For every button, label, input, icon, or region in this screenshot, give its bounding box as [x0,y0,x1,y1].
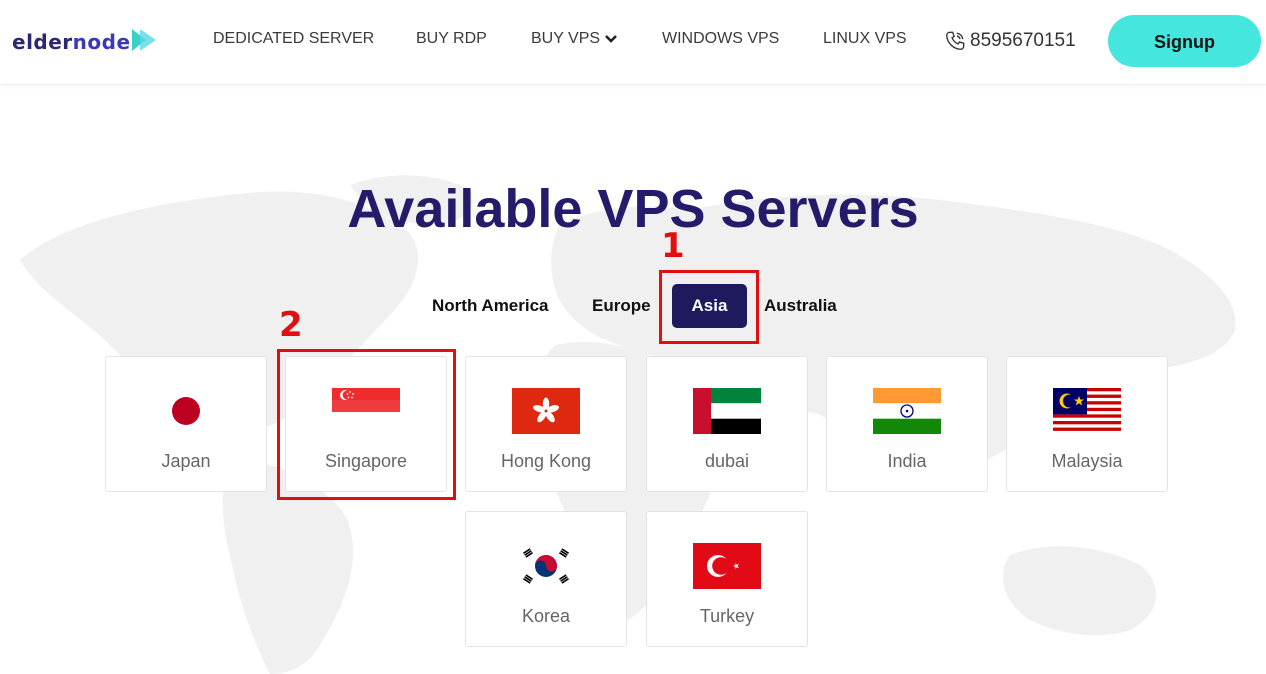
location-label: Japan [161,451,211,471]
chevron-down-icon[interactable] [604,34,618,44]
uae-flag-icon [693,388,761,434]
nav-linux-vps[interactable]: LINUX VPS [823,30,907,48]
step-marker-1: 1 [661,226,685,266]
nav-windows-vps[interactable]: WINDOWS VPS [662,30,779,48]
tab-australia[interactable]: Australia [764,296,837,316]
turkey-flag-icon [693,543,761,589]
nav-buy-vps[interactable]: BUY VPS [531,30,600,48]
malaysia-flag-icon [1053,388,1121,434]
page-title: Available VPS Servers [347,179,919,239]
play-arrows-icon [132,29,156,51]
location-card-korea[interactable]: Korea [465,511,627,647]
hong-kong-flag-icon [512,388,580,434]
nav-buy-rdp[interactable]: BUY RDP [416,30,487,48]
location-label: Turkey [699,606,755,626]
logo-text-light: node [72,30,131,54]
location-card-hong-kong[interactable]: Hong Kong [465,356,627,492]
location-card-japan[interactable]: Japan [105,356,267,492]
location-label: Korea [521,606,571,626]
location-card-dubai[interactable]: dubai [646,356,808,492]
phone-number[interactable]: 8595670151 [970,30,1076,52]
south-korea-flag-icon [523,548,569,584]
location-card-turkey[interactable]: Turkey [646,511,808,647]
tab-europe[interactable]: Europe [592,296,651,316]
logo-text-dark: elder [12,30,73,54]
eldernode-logo[interactable]: eldernode [12,25,162,57]
step-marker-2: 2 [279,305,303,345]
location-card-malaysia[interactable]: Malaysia [1006,356,1168,492]
highlight-box-singapore [277,349,456,500]
location-label: Hong Kong [500,451,592,471]
signup-button[interactable]: Signup [1108,15,1261,67]
location-card-india[interactable]: India [826,356,988,492]
site-header: eldernode DEDICATED SERVER BUY RDP BUY V… [0,0,1266,85]
location-label: India [887,451,927,471]
nav-dedicated-server[interactable]: DEDICATED SERVER [213,30,374,48]
location-label: Malaysia [1051,451,1123,471]
location-label: dubai [704,451,750,471]
highlight-box-asia-tab [659,270,759,344]
phone-icon [946,31,965,50]
india-flag-icon [873,388,941,434]
japan-flag-icon [172,397,200,425]
tab-north-america[interactable]: North America [432,296,549,316]
